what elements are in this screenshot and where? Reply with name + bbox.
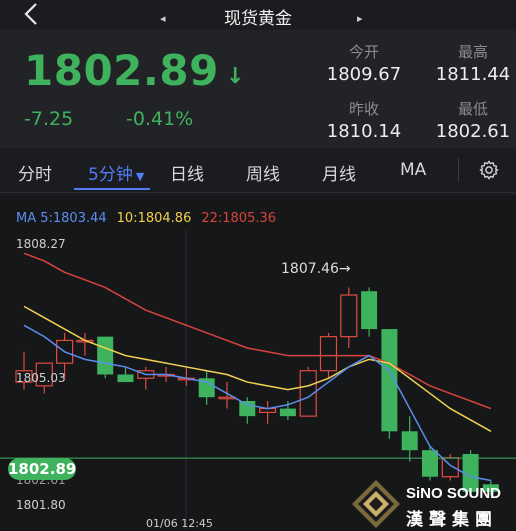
last-price: 1802.89 [24,46,219,95]
candle [361,287,378,337]
last-price-tag: 1802.89 [8,458,77,480]
tab-5min[interactable]: 5分钟 ▼ [88,160,144,185]
tab-monthly[interactable]: 月线 [322,160,356,185]
time-axis-label: 01/06 12:45 [146,517,213,530]
next-instrument-icon[interactable]: ▸ [357,12,363,25]
candle [177,366,195,386]
caret-down-icon: ▼ [135,170,145,183]
prev-close-value: 1810.14 [326,121,402,142]
gear-icon[interactable] [478,159,500,181]
tab-weekly[interactable]: 周线 [246,160,280,185]
high-value: 1811.44 [435,64,511,85]
candle-body [97,336,114,375]
tab-divider [458,158,459,182]
candle [381,329,398,439]
candle [299,366,317,417]
candle-body [319,336,338,372]
candle-body [279,408,296,417]
candle [218,382,236,409]
candle-body [401,431,418,451]
candle [259,401,277,424]
down-arrow-icon: ↓ [226,64,245,89]
candle-body [340,294,358,338]
price-change-percent: -0.41% [126,108,194,130]
candle-body [422,450,438,477]
candle [97,336,114,379]
axis-label-top: 1808.27 [16,237,66,251]
tab-intraday[interactable]: 分时 [18,160,52,185]
candle [137,366,155,390]
open-label: 今开 [348,43,379,61]
logo-mark-icon [352,480,400,528]
logo-chinese: 漢聲集團 [406,510,498,530]
open-value: 1809.67 [326,64,402,85]
high-label: 最高 [457,43,488,61]
ma5-label: MA 5:1803.44 [16,211,107,226]
tab-5min-label: 5分钟 [88,165,133,185]
candle [279,401,296,420]
candle-body [361,291,378,330]
candle-body [218,396,236,400]
axis-label-bottom: 1801.80 [16,498,66,512]
candle-body [239,401,256,417]
candle [340,287,358,348]
low-label: 最低 [457,100,488,118]
page-title: 现货黄金 [224,9,292,29]
ma22-label: 22:1805.36 [201,211,277,226]
high-marker: 1807.46→ [281,261,351,277]
low-value: 1802.61 [435,121,511,142]
logo-english: SiNO SOUND [406,485,502,502]
candle-body [117,374,134,383]
ma-legend: MA 5:1803.44 10:1804.86 22:1805.36 [16,211,286,226]
ma10-label: 10:1804.86 [116,211,192,226]
tab-daily[interactable]: 日线 [170,160,204,185]
ma10-line [23,305,492,432]
ma5-line [23,324,492,482]
price-change: -7.25 [24,108,74,130]
top-bar: ◂ 现货黄金 ▸ [0,0,516,30]
prev-close-label: 昨收 [348,100,379,118]
tab-ma[interactable]: MA [400,160,426,180]
candle [198,370,215,405]
active-tab-indicator [74,188,150,190]
axis-label-mid: 1805.03 [16,371,66,385]
candle [401,416,418,462]
ma22-line [23,252,492,410]
candle [76,332,94,356]
sino-sound-logo: SiNO SOUND 漢聲集團 [350,478,516,531]
